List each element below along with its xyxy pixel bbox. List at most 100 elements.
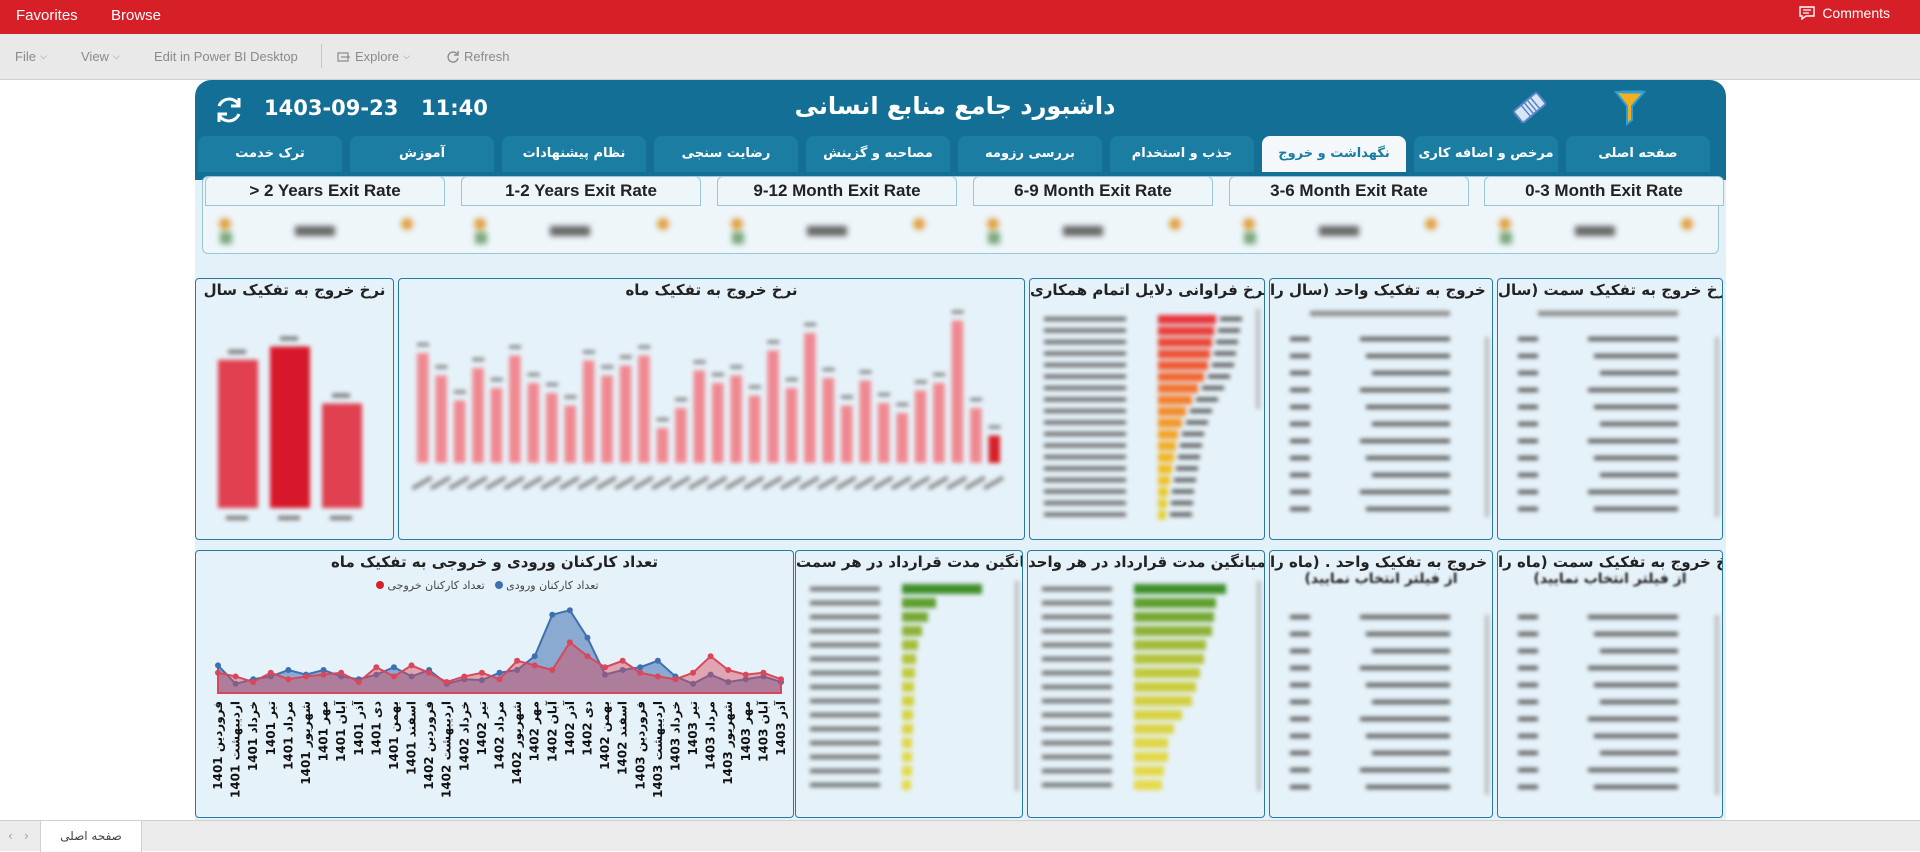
year-bar bbox=[218, 359, 258, 508]
series-point bbox=[637, 669, 644, 676]
month-bar bbox=[638, 355, 650, 463]
reason-label bbox=[1044, 363, 1126, 367]
table-cell-name bbox=[1366, 785, 1450, 789]
tab-training[interactable]: آموزش bbox=[350, 136, 494, 172]
file-menu[interactable]: File ⌵ bbox=[15, 49, 47, 64]
year-bar-chart bbox=[218, 336, 362, 520]
table-cell-value bbox=[1290, 337, 1310, 341]
comments-button[interactable]: Comments bbox=[1798, 5, 1890, 21]
card-exit-reasons: نرخ فراوانی دلایل اتمام همکاری bbox=[1029, 278, 1265, 540]
contract-bar bbox=[1134, 626, 1212, 636]
month-data-label bbox=[472, 358, 485, 361]
contract-label bbox=[810, 587, 880, 591]
contract-unit-chart bbox=[1042, 581, 1261, 791]
month-bar bbox=[748, 395, 761, 463]
series-point bbox=[619, 657, 626, 664]
series-point bbox=[566, 607, 573, 614]
month-tick-label: مهر 1402 bbox=[528, 701, 542, 761]
table-cell-value bbox=[1518, 456, 1538, 460]
table-cell-value bbox=[1518, 683, 1538, 687]
month-tick-label: بهمن 1402 bbox=[598, 701, 612, 770]
page-tab-home[interactable]: صفحه اصلی bbox=[40, 821, 142, 852]
tab-retention-exit[interactable]: نگهداشت و خروج bbox=[1262, 136, 1406, 172]
filter-icon[interactable] bbox=[1613, 88, 1647, 128]
month-tick-label: بهمن 1401 bbox=[387, 701, 401, 770]
refresh-button[interactable]: Refresh bbox=[446, 49, 510, 64]
table-cell-value bbox=[1290, 683, 1310, 687]
table-cell-name bbox=[1366, 507, 1450, 511]
table-cell-name bbox=[1594, 507, 1678, 511]
eraser-icon[interactable] bbox=[1511, 90, 1549, 126]
table-cell-value bbox=[1518, 473, 1538, 477]
tab-suggestions[interactable]: نظام پیشنهادات bbox=[502, 136, 646, 172]
card-title: نرخ فراوانی دلایل اتمام همکاری bbox=[1030, 281, 1265, 299]
reason-value bbox=[1196, 397, 1218, 402]
reason-bar bbox=[1158, 315, 1216, 324]
tab-leave-overtime[interactable]: مرخص و اضافه کاری bbox=[1414, 136, 1558, 172]
kpi-blurred-values bbox=[215, 212, 1715, 248]
reason-value bbox=[1190, 409, 1212, 413]
refresh-icon[interactable] bbox=[213, 94, 245, 126]
month-data-label bbox=[767, 340, 780, 344]
contract-label bbox=[1042, 755, 1112, 759]
table-cell-name bbox=[1360, 615, 1450, 619]
kpi-title-1-2y: 1-2 Years Exit Rate bbox=[461, 176, 701, 206]
table-cell-name bbox=[1588, 490, 1678, 494]
reason-label bbox=[1044, 351, 1126, 356]
contract-label bbox=[1042, 685, 1112, 689]
tab-recruitment[interactable]: جذب و استخدام bbox=[1110, 136, 1254, 172]
series-point bbox=[566, 639, 573, 646]
kpi-title-2y-plus: > 2 Years Exit Rate bbox=[205, 176, 445, 206]
reason-value bbox=[1180, 443, 1202, 448]
contract-label bbox=[810, 783, 880, 787]
month-tick-label: اردیبهشت 1403 bbox=[651, 701, 665, 798]
tab-resume-review[interactable]: بررسی رزومه bbox=[958, 136, 1102, 172]
kpi-title-3-6: 3-6 Month Exit Rate bbox=[1229, 176, 1469, 206]
tab-satisfaction[interactable]: رضایت سنجی bbox=[654, 136, 798, 172]
card-in-out: تعداد کارکنان ورودی و خروجی به تفکیک ماه… bbox=[195, 550, 794, 818]
series-point bbox=[690, 669, 697, 676]
month-tick-label: مرداد 1402 bbox=[493, 701, 507, 770]
edit-desktop-button[interactable]: Edit in Power BI Desktop bbox=[154, 49, 298, 64]
chevron-right-icon[interactable]: › bbox=[24, 829, 29, 843]
month-tick-label bbox=[724, 475, 746, 491]
reason-bar bbox=[1158, 476, 1170, 485]
month-data-label bbox=[896, 403, 909, 406]
toolbar: File ⌵ View ⌵ Edit in Power BI Desktop Exp… bbox=[0, 34, 1920, 80]
explore-menu[interactable]: Explore ⌵ bbox=[337, 49, 410, 64]
month-bar bbox=[951, 320, 964, 463]
month-data-label bbox=[527, 373, 540, 376]
tab-interview[interactable]: مصاحبه و گزینش bbox=[806, 136, 950, 172]
table-cell-value bbox=[1518, 337, 1538, 341]
card-title: نرخ خروج به تفکیک ماه bbox=[625, 281, 798, 299]
month-tick-label: تیر 1401 bbox=[264, 701, 278, 755]
card-contract-unit: میانگین مدت قرارداد در هر واحد bbox=[1027, 550, 1265, 818]
month-data-label bbox=[748, 385, 761, 389]
series-point bbox=[338, 669, 345, 676]
series-point bbox=[637, 664, 644, 671]
view-menu[interactable]: View ⌵ bbox=[81, 49, 120, 64]
series-point bbox=[443, 678, 450, 685]
tab-home[interactable]: صفحه اصلی bbox=[1566, 136, 1710, 172]
card-title: میانگین مدت قرارداد در هر واحد bbox=[1028, 553, 1265, 571]
month-data-label bbox=[638, 345, 651, 349]
tab-resignation[interactable]: ترک خدمت bbox=[198, 136, 342, 172]
series-point bbox=[426, 669, 433, 676]
table-cell-name bbox=[1360, 490, 1450, 494]
table-cell-value bbox=[1290, 717, 1310, 721]
month-tick-label: دی 1401 bbox=[369, 701, 383, 756]
series-point bbox=[602, 664, 609, 671]
card-title: تعداد کارکنان ورودی و خروجی به تفکیک ماه bbox=[330, 553, 659, 571]
refresh-icon bbox=[447, 50, 459, 63]
table-cell-name bbox=[1360, 388, 1450, 392]
browse-link[interactable]: Browse bbox=[111, 7, 161, 24]
favorites-link[interactable]: Favorites bbox=[16, 7, 78, 24]
month-data-label bbox=[509, 345, 522, 349]
month-tick-label bbox=[466, 475, 488, 491]
month-bar bbox=[656, 428, 669, 463]
chevron-left-icon[interactable]: ‹ bbox=[8, 829, 13, 843]
month-tick-label bbox=[780, 475, 802, 491]
scrollbar bbox=[1257, 581, 1261, 791]
series-point bbox=[672, 676, 679, 683]
month-bar bbox=[712, 383, 724, 463]
